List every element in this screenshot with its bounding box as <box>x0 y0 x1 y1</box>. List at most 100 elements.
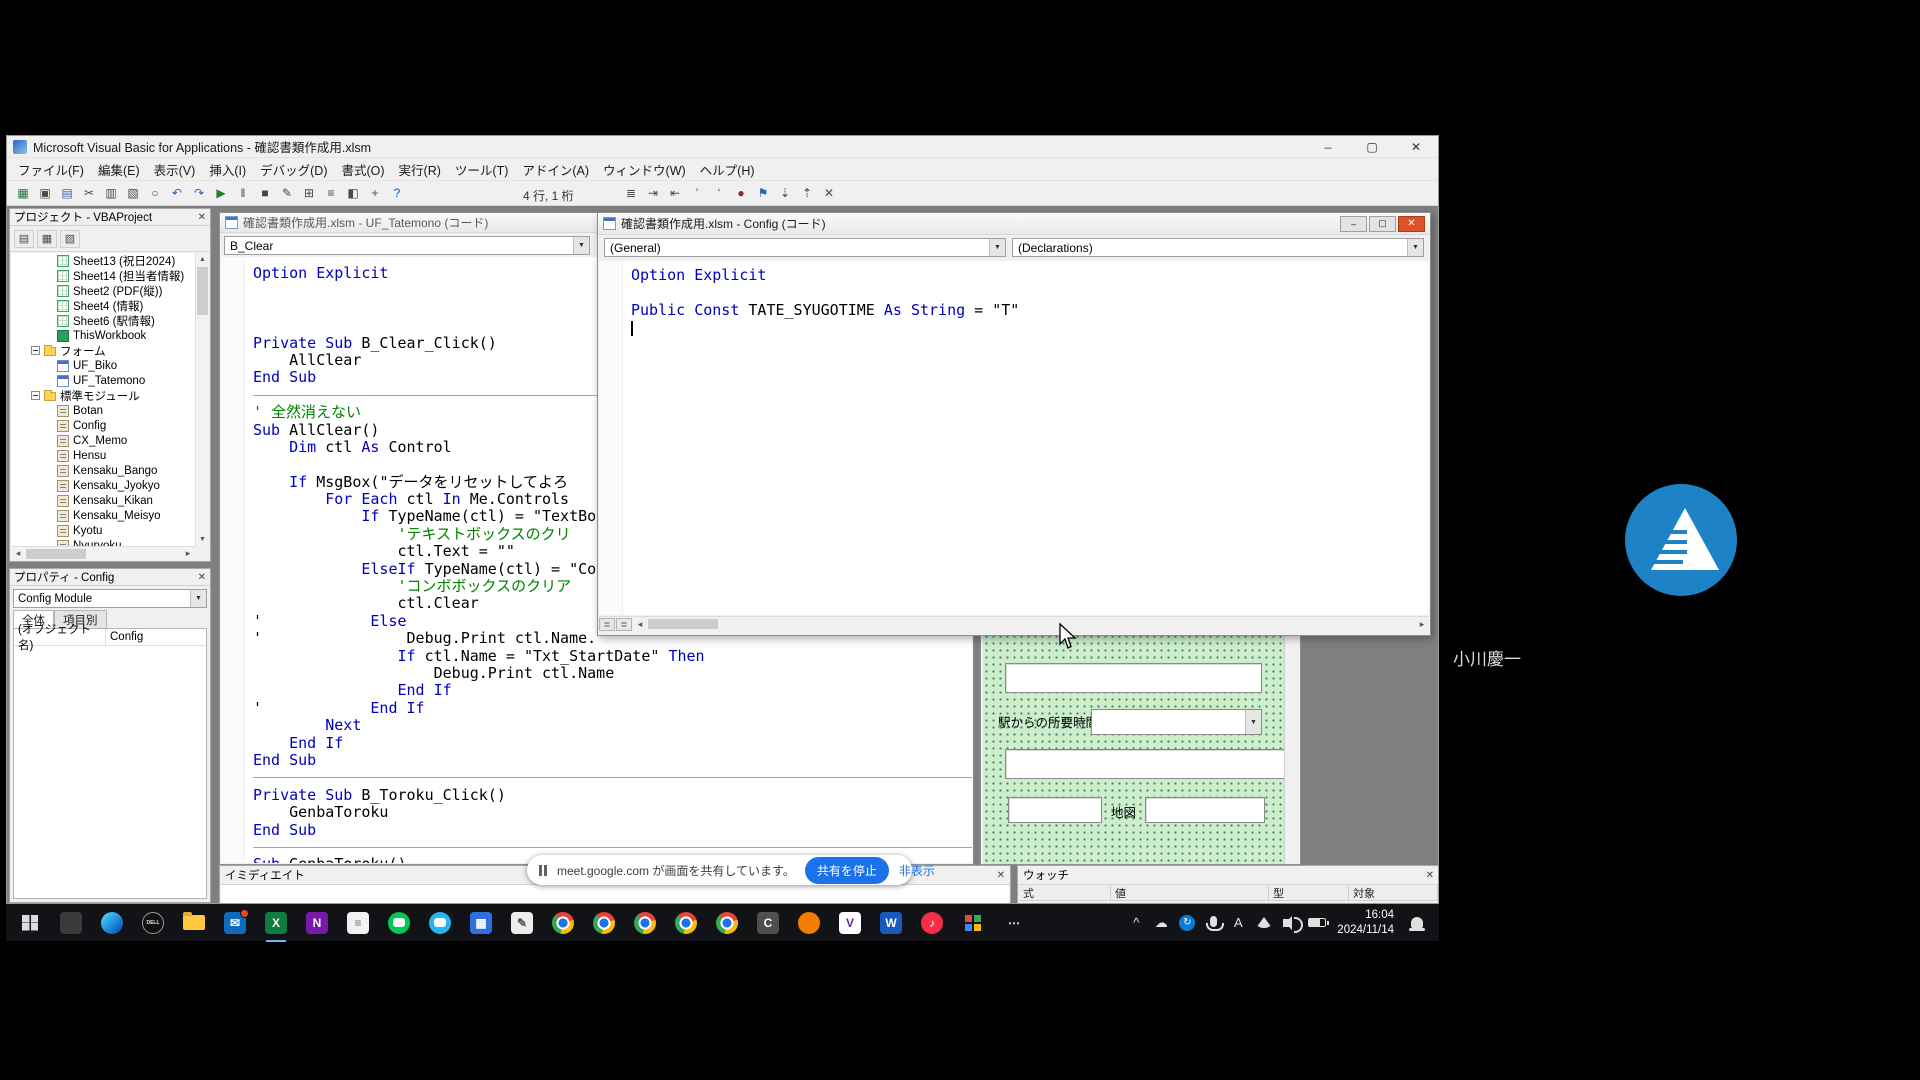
battery-icon[interactable] <box>1308 918 1326 927</box>
cut-button[interactable]: ✂ <box>79 183 99 203</box>
taskbar-app-3[interactable]: ✎ <box>510 911 534 935</box>
project-tree-item[interactable]: UF_Biko <box>11 358 195 373</box>
taskbar-app-1[interactable] <box>59 911 83 935</box>
property-row[interactable]: (オブジェクト名) Config <box>14 629 206 646</box>
line-app[interactable] <box>387 911 411 935</box>
next-bookmark-button[interactable]: ⇣ <box>775 183 795 203</box>
form-textbox[interactable] <box>1005 749 1287 779</box>
break-button[interactable]: ‖ <box>233 183 253 203</box>
close-icon[interactable]: ✕ <box>1426 870 1434 881</box>
copy-button[interactable]: ▥ <box>101 183 121 203</box>
form-textbox[interactable] <box>1145 797 1265 823</box>
chrome-profile-5[interactable] <box>715 911 739 935</box>
menu-item[interactable]: 表示(V) <box>147 160 203 179</box>
project-tree-item[interactable]: Botan <box>11 403 195 418</box>
scroll-thumb[interactable] <box>197 267 208 315</box>
scroll-left-icon[interactable] <box>633 619 647 630</box>
notifications-icon[interactable] <box>1411 917 1423 928</box>
menu-item[interactable]: 挿入(I) <box>202 160 253 179</box>
dell-app[interactable]: DELL <box>141 911 165 935</box>
taskbar-app-6[interactable] <box>961 911 985 935</box>
undo-button[interactable]: ↶ <box>167 183 187 203</box>
scroll-thumb[interactable] <box>648 619 718 629</box>
outdent-button[interactable]: ⇤ <box>665 183 685 203</box>
chrome-profile-4[interactable] <box>674 911 698 935</box>
config-window-titlebar[interactable]: 確認書類作成用.xlsm - Config (コード) – ▢ ✕ <box>598 213 1430 235</box>
toggle-bookmark-button[interactable]: ⚑ <box>753 183 773 203</box>
menu-item[interactable]: デバッグ(D) <box>253 160 334 179</box>
reset-button[interactable]: ■ <box>255 183 275 203</box>
hidden-icons-button[interactable]: ^ <box>1129 915 1143 930</box>
excel[interactable]: X <box>264 911 288 935</box>
music-app[interactable]: ♪ <box>920 911 944 935</box>
scroll-left-icon[interactable] <box>11 548 25 559</box>
menu-item[interactable]: 書式(O) <box>334 160 391 179</box>
general-dropdown[interactable]: (General) ▼ <box>604 238 1006 257</box>
sync-icon[interactable]: ↻ <box>1179 915 1195 931</box>
clear-bookmarks-button[interactable]: ✕ <box>819 183 839 203</box>
help-button[interactable]: ? <box>387 183 407 203</box>
wifi-icon[interactable] <box>1256 917 1272 928</box>
project-tree-item[interactable]: Sheet2 (PDF(縦)) <box>11 283 195 298</box>
hide-link[interactable]: 非表示 <box>899 862 935 879</box>
project-tree-item[interactable]: Kensaku_Bango <box>11 463 195 478</box>
design-mode-button[interactable]: ✎ <box>277 183 297 203</box>
mic-icon[interactable] <box>1206 916 1220 930</box>
file-explorer[interactable] <box>182 911 206 935</box>
clock[interactable]: 16:04 2024/11/14 <box>1337 908 1394 937</box>
project-tree-item[interactable]: Kyotu <box>11 523 195 538</box>
visual-studio[interactable]: V <box>838 911 862 935</box>
chrome-profile-2[interactable] <box>592 911 616 935</box>
object-browser-button[interactable]: ◧ <box>343 183 363 203</box>
outlook[interactable]: ✉ <box>223 911 247 935</box>
split-view-button[interactable] <box>616 618 632 631</box>
menu-item[interactable]: 実行(R) <box>392 160 448 179</box>
previous-bookmark-button[interactable]: ⇡ <box>797 183 817 203</box>
chevron-down-icon[interactable]: ▼ <box>1407 239 1423 256</box>
toolbox-button[interactable]: + <box>365 183 385 203</box>
restore-button[interactable]: ▢ <box>1369 216 1396 232</box>
scroll-up-icon[interactable] <box>196 253 209 266</box>
view-object-button[interactable]: ▦ <box>37 230 57 248</box>
menu-item[interactable]: 編集(E) <box>91 160 147 179</box>
split-view-button[interactable] <box>599 618 615 631</box>
list-properties-button[interactable]: ≣ <box>621 183 641 203</box>
taskbar-app-5[interactable] <box>797 911 821 935</box>
project-tree-item[interactable]: Kensaku_Meisyo <box>11 508 195 523</box>
chrome-profile-1[interactable] <box>551 911 575 935</box>
watch-column-header[interactable]: 値 <box>1111 885 1269 900</box>
project-tree-item[interactable]: フォーム <box>11 343 195 358</box>
stop-sharing-button[interactable]: 共有を停止 <box>805 857 889 884</box>
properties-object-dropdown[interactable]: Config Module ▼ <box>13 589 207 608</box>
word[interactable]: W <box>879 911 903 935</box>
scroll-down-icon[interactable] <box>196 533 209 546</box>
taskbar-app-2[interactable]: ▦ <box>469 911 493 935</box>
comment-block-button[interactable]: ’ <box>687 183 707 203</box>
close-icon[interactable]: ✕ <box>997 870 1005 881</box>
collapse-icon[interactable] <box>31 346 40 355</box>
project-tree-item[interactable]: Kensaku_Jyokyo <box>11 478 195 493</box>
watch-column-header[interactable]: 型 <box>1269 885 1349 900</box>
project-tree-item[interactable]: Sheet6 (駅情報) <box>11 313 195 328</box>
chevron-down-icon[interactable]: ▼ <box>989 239 1005 256</box>
paste-button[interactable]: ▧ <box>123 183 143 203</box>
notes-app[interactable]: ≡ <box>346 911 370 935</box>
menu-item[interactable]: ウィンドウ(W) <box>596 160 693 179</box>
form-textbox[interactable] <box>1005 663 1262 693</box>
project-tree-item[interactable]: Config <box>11 418 195 433</box>
menu-item[interactable]: ツール(T) <box>448 160 515 179</box>
chrome-profile-3[interactable] <box>633 911 657 935</box>
redo-button[interactable]: ↷ <box>189 183 209 203</box>
properties-window-button[interactable]: ≡ <box>321 183 341 203</box>
form-textbox[interactable] <box>1008 797 1102 823</box>
indent-button[interactable]: ⇥ <box>643 183 663 203</box>
property-value[interactable]: Config <box>106 629 206 645</box>
taskbar-app-4[interactable]: C <box>756 911 780 935</box>
chat-app[interactable] <box>428 911 452 935</box>
close-icon[interactable]: ✕ <box>198 212 206 223</box>
toggle-breakpoint-button[interactable]: ● <box>731 183 751 203</box>
project-tree-item[interactable]: 標準モジュール <box>11 388 195 403</box>
scroll-right-icon[interactable] <box>1415 619 1429 630</box>
project-tree-item[interactable]: UF_Tatemono <box>11 373 195 388</box>
chevron-down-icon[interactable]: ▼ <box>190 590 206 607</box>
